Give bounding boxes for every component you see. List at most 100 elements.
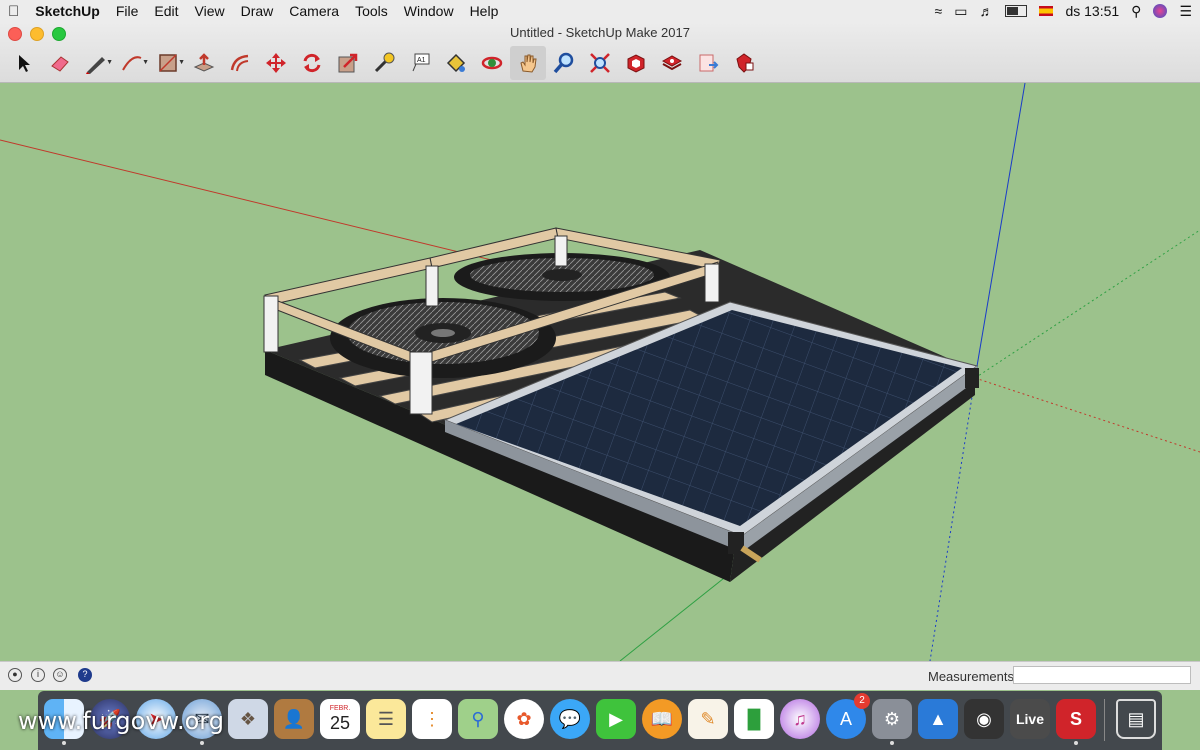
dock-app-store-icon[interactable]: A2 (826, 693, 870, 739)
eraser-tool-button[interactable] (42, 46, 78, 80)
menu-tools[interactable]: Tools (347, 3, 396, 19)
menu-app-name[interactable]: SketchUp (27, 3, 108, 19)
battery-icon[interactable] (1005, 5, 1028, 17)
dock-contacts-book-icon[interactable]: 👤 (274, 699, 314, 739)
rotate-icon (303, 53, 321, 73)
eraser-icon (51, 56, 69, 72)
zoom-tool-button[interactable] (546, 46, 582, 80)
move-tool-button[interactable] (258, 46, 294, 80)
model-scene (0, 83, 1200, 661)
3d-warehouse-button[interactable] (618, 46, 654, 80)
dock-dvd-player-icon[interactable]: ◉ (964, 699, 1004, 739)
line-tool-button[interactable]: ▼ (78, 46, 114, 80)
siri-icon[interactable] (1153, 4, 1168, 18)
apple-icon[interactable]:  (0, 3, 27, 20)
input-source-flag-icon[interactable] (1039, 6, 1054, 16)
extension-manager-icon (736, 53, 754, 73)
menu-clock[interactable]: ds 13:51 (1065, 3, 1119, 19)
menu-help[interactable]: Help (462, 3, 507, 19)
tape-measure-icon (374, 52, 395, 73)
shapes-tool-button[interactable]: ▼ (150, 46, 186, 80)
spotlight-icon[interactable]: ⚲ (1131, 3, 1141, 20)
dock-sketchup-icon[interactable]: S (1056, 699, 1096, 745)
pencil-icon (86, 57, 105, 74)
airplay-icon[interactable]: ▭ (954, 3, 967, 20)
dock-reminders-icon[interactable]: ⋮ (412, 699, 452, 739)
drawing-viewport[interactable] (0, 83, 1200, 661)
measurements-label: Measurements (928, 669, 1014, 684)
menu-view[interactable]: View (187, 3, 233, 19)
select-tool-button[interactable] (6, 46, 42, 80)
help-icon[interactable]: ? (78, 668, 92, 682)
dock-maps-icon[interactable]: ⚲ (458, 699, 498, 739)
arc-icon (122, 56, 142, 71)
text-tool-button[interactable]: A1 (402, 46, 438, 80)
menu-edit[interactable]: Edit (146, 3, 186, 19)
dock-live-icon[interactable]: Live (1010, 699, 1050, 739)
orbit-tool-button[interactable] (474, 46, 510, 80)
pan-hand-icon (520, 54, 537, 73)
menu-window[interactable]: Window (396, 3, 462, 19)
zoom-extents-icon (590, 53, 610, 73)
dock-pages-icon[interactable]: ✎ (688, 699, 728, 739)
orbit-icon (481, 56, 503, 70)
user-account-icon[interactable]: ☺ (53, 668, 67, 682)
status-bar: ● i ☺ ? Measurements (0, 661, 1200, 690)
dock-notes-icon[interactable]: ☰ (366, 699, 406, 739)
dock-itunes-icon[interactable]: ♫ (780, 699, 820, 739)
scale-tool-button[interactable] (330, 46, 366, 80)
dock-trash-icon[interactable]: ▤ (1116, 699, 1156, 739)
red-axis-hidden (974, 377, 1200, 453)
dock-numbers-icon[interactable]: █ (734, 699, 774, 739)
measurements-field[interactable] (1013, 666, 1191, 684)
geo-location-icon[interactable]: ● (8, 668, 22, 682)
select-arrow-icon (19, 55, 30, 72)
extension-manager-button[interactable] (726, 46, 762, 80)
dock-calendar-icon[interactable]: FEBR. 25 (320, 699, 360, 739)
text-label-icon: A1 (412, 53, 430, 72)
offset-icon (230, 54, 249, 72)
paint-bucket-icon (446, 53, 466, 73)
blue-axis (974, 83, 1026, 379)
send-to-layout-button[interactable] (690, 46, 726, 80)
volume-icon[interactable]: ♬ (979, 3, 993, 19)
dock-photos-icon[interactable]: ✿ (504, 699, 544, 739)
calendar-month: FEBR. (329, 705, 351, 712)
extension-warehouse-button[interactable] (654, 46, 690, 80)
menu-bar:  SketchUp File Edit View Draw Camera To… (0, 0, 1200, 23)
scale-icon (338, 53, 358, 73)
toolbar: ▼ ▼ ▼ A1 (6, 46, 762, 80)
calendar-day: 25 (329, 713, 351, 733)
credits-icon[interactable]: i (31, 668, 45, 682)
rotate-tool-button[interactable] (294, 46, 330, 80)
live-label: Live (1015, 711, 1044, 727)
dock-facetime-icon[interactable]: ▶ (596, 699, 636, 739)
move-arrows-icon (266, 53, 286, 73)
app-store-badge: 2 (854, 693, 870, 709)
paint-bucket-tool-button[interactable] (438, 46, 474, 80)
green-axis-hidden (974, 229, 1200, 379)
dock-system-preferences-icon[interactable]: ⚙ (872, 699, 912, 745)
window-title: Untitled - SketchUp Make 2017 (510, 25, 690, 40)
watermark-text: www.furgovw.org (18, 707, 224, 735)
wifi-icon[interactable]: ≈ (935, 3, 943, 19)
tape-measure-tool-button[interactable] (366, 46, 402, 80)
dock-keynote-icon[interactable]: ▲ (918, 699, 958, 739)
menu-file[interactable]: File (108, 3, 147, 19)
pan-tool-button[interactable] (510, 46, 546, 80)
magnifier-icon (553, 52, 574, 74)
offset-tool-button[interactable] (222, 46, 258, 80)
dock-messages-icon[interactable]: 💬 (550, 699, 590, 739)
push-pull-icon (193, 53, 215, 72)
notification-center-icon[interactable]: ☰ (1179, 3, 1192, 20)
menu-camera[interactable]: Camera (281, 3, 347, 19)
layout-icon (699, 54, 719, 72)
arc-tool-button[interactable]: ▼ (114, 46, 150, 80)
menu-draw[interactable]: Draw (233, 3, 282, 19)
dock-ibooks-icon[interactable]: 📖 (642, 699, 682, 739)
rectangle-icon (159, 54, 177, 72)
zoom-extents-tool-button[interactable] (582, 46, 618, 80)
push-pull-tool-button[interactable] (186, 46, 222, 80)
warehouse-icon (627, 54, 645, 73)
dock-contacts-icon[interactable]: ❖ (228, 699, 268, 739)
